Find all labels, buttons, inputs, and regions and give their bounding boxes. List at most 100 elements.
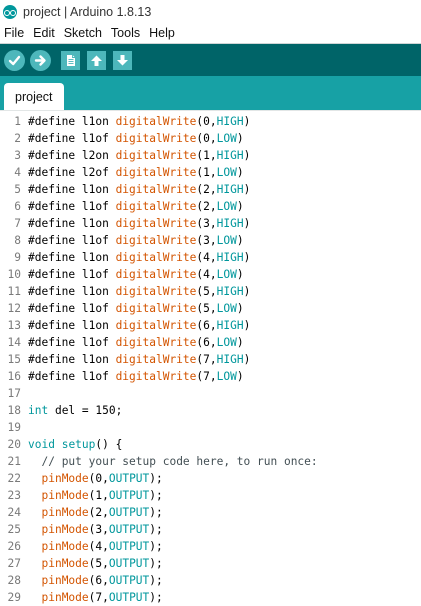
document-icon xyxy=(67,54,75,66)
code-text[interactable]: int del = 150; xyxy=(28,404,122,417)
code-text[interactable]: // put your setup code here, to run once… xyxy=(28,455,317,468)
menu-file[interactable]: File xyxy=(1,26,27,40)
menu-edit[interactable]: Edit xyxy=(30,26,58,40)
code-text[interactable]: #define l1of digitalWrite(4,LOW) xyxy=(28,268,244,281)
code-text[interactable]: pinMode(1,OUTPUT); xyxy=(28,489,162,502)
code-line[interactable]: 6 #define l1of digitalWrite(2,LOW) xyxy=(0,198,421,215)
line-number: 10 xyxy=(7,268,21,281)
line-number: 18 xyxy=(7,404,21,417)
code-line[interactable]: 8 #define l1of digitalWrite(3,LOW) xyxy=(0,232,421,249)
code-text[interactable]: pinMode(6,OUTPUT); xyxy=(28,574,162,587)
menu-tools[interactable]: Tools xyxy=(108,26,143,40)
line-number: 5 xyxy=(14,183,21,196)
menu-sketch[interactable]: Sketch xyxy=(61,26,105,40)
code-line[interactable]: 21 // put your setup code here, to run o… xyxy=(0,453,421,470)
save-button[interactable] xyxy=(113,50,132,70)
upload-button[interactable] xyxy=(30,49,51,71)
code-text[interactable]: pinMode(2,OUTPUT); xyxy=(28,506,162,519)
code-line[interactable]: 22 pinMode(0,OUTPUT); xyxy=(0,470,421,487)
code-line[interactable]: 28 pinMode(6,OUTPUT); xyxy=(0,572,421,589)
code-text[interactable]: #define l1on digitalWrite(0,HIGH) xyxy=(28,115,250,128)
check-icon xyxy=(8,55,21,65)
code-line[interactable]: 29 pinMode(7,OUTPUT); xyxy=(0,589,421,606)
code-line[interactable]: 16 #define l1of digitalWrite(7,LOW) xyxy=(0,368,421,385)
line-number: 2 xyxy=(14,132,21,145)
code-line[interactable]: 25 pinMode(3,OUTPUT); xyxy=(0,521,421,538)
code-text[interactable]: #define l1of digitalWrite(5,LOW) xyxy=(28,302,244,315)
code-line[interactable]: 13 #define l1on digitalWrite(6,HIGH) xyxy=(0,317,421,334)
code-text[interactable]: #define l1on digitalWrite(5,HIGH) xyxy=(28,285,250,298)
tab-strip: project xyxy=(0,76,421,110)
line-number: 4 xyxy=(14,166,21,179)
code-line[interactable]: 20 void setup() { xyxy=(0,436,421,453)
code-line[interactable]: 15 #define l1on digitalWrite(7,HIGH) xyxy=(0,351,421,368)
code-text[interactable]: pinMode(0,OUTPUT); xyxy=(28,472,162,485)
code-line[interactable]: 19 xyxy=(0,419,421,436)
code-text[interactable]: #define l1of digitalWrite(3,LOW) xyxy=(28,234,244,247)
code-text[interactable]: #define l1on digitalWrite(7,HIGH) xyxy=(28,353,250,366)
code-line[interactable]: 23 pinMode(1,OUTPUT); xyxy=(0,487,421,504)
code-text[interactable]: pinMode(3,OUTPUT); xyxy=(28,523,162,536)
line-number: 28 xyxy=(7,574,21,587)
line-number: 12 xyxy=(7,302,21,315)
code-line[interactable]: 3 #define l2on digitalWrite(1,HIGH) xyxy=(0,147,421,164)
code-line[interactable]: 11 #define l1on digitalWrite(5,HIGH) xyxy=(0,283,421,300)
arrow-up-icon xyxy=(91,55,102,66)
menu-help[interactable]: Help xyxy=(146,26,178,40)
code-line[interactable]: 7 #define l1on digitalWrite(3,HIGH) xyxy=(0,215,421,232)
code-text[interactable]: pinMode(4,OUTPUT); xyxy=(28,540,162,553)
code-line[interactable]: 12 #define l1of digitalWrite(5,LOW) xyxy=(0,300,421,317)
code-text[interactable]: #define l1on digitalWrite(6,HIGH) xyxy=(28,319,250,332)
code-text[interactable]: #define l1on digitalWrite(3,HIGH) xyxy=(28,217,250,230)
code-line[interactable]: 18 int del = 150; xyxy=(0,402,421,419)
code-text[interactable]: #define l1of digitalWrite(7,LOW) xyxy=(28,370,244,383)
line-number: 23 xyxy=(7,489,21,502)
open-button[interactable] xyxy=(87,50,106,70)
line-number: 26 xyxy=(7,540,21,553)
code-line[interactable]: 17 xyxy=(0,385,421,402)
tab-project[interactable]: project xyxy=(4,83,64,110)
code-text[interactable]: #define l1on digitalWrite(4,HIGH) xyxy=(28,251,250,264)
new-button[interactable] xyxy=(61,50,80,70)
line-number: 8 xyxy=(14,234,21,247)
code-line[interactable]: 14 #define l1of digitalWrite(6,LOW) xyxy=(0,334,421,351)
line-number: 25 xyxy=(7,523,21,536)
line-number: 29 xyxy=(7,591,21,604)
verify-button[interactable] xyxy=(4,49,25,71)
menu-bar: File Edit Sketch Tools Help xyxy=(0,23,421,44)
code-line[interactable]: 5 #define l1on digitalWrite(2,HIGH) xyxy=(0,181,421,198)
code-line[interactable]: 1 #define l1on digitalWrite(0,HIGH) xyxy=(0,113,421,130)
line-number: 16 xyxy=(7,370,21,383)
code-text[interactable]: #define l1of digitalWrite(0,LOW) xyxy=(28,132,244,145)
code-text[interactable]: pinMode(5,OUTPUT); xyxy=(28,557,162,570)
title-bar: project | Arduino 1.8.13 xyxy=(0,0,421,23)
code-text[interactable]: #define l2on digitalWrite(1,HIGH) xyxy=(28,149,250,162)
toolbar xyxy=(0,44,421,76)
code-line[interactable]: 26 pinMode(4,OUTPUT); xyxy=(0,538,421,555)
code-line[interactable]: 9 #define l1on digitalWrite(4,HIGH) xyxy=(0,249,421,266)
line-number: 19 xyxy=(7,421,21,434)
line-number: 24 xyxy=(7,506,21,519)
code-line[interactable]: 4 #define l2of digitalWrite(1,LOW) xyxy=(0,164,421,181)
code-text[interactable]: pinMode(7,OUTPUT); xyxy=(28,591,162,604)
code-text[interactable]: void setup() { xyxy=(28,438,122,451)
line-number: 14 xyxy=(7,336,21,349)
code-text[interactable]: #define l1on digitalWrite(2,HIGH) xyxy=(28,183,250,196)
line-number: 15 xyxy=(7,353,21,366)
code-line[interactable]: 24 pinMode(2,OUTPUT); xyxy=(0,504,421,521)
arrow-down-icon xyxy=(117,54,128,65)
code-line[interactable]: 10 #define l1of digitalWrite(4,LOW) xyxy=(0,266,421,283)
code-text[interactable]: #define l1of digitalWrite(6,LOW) xyxy=(28,336,244,349)
code-text[interactable]: #define l1of digitalWrite(2,LOW) xyxy=(28,200,244,213)
line-number: 22 xyxy=(7,472,21,485)
line-number: 27 xyxy=(7,557,21,570)
code-text[interactable]: #define l2of digitalWrite(1,LOW) xyxy=(28,166,244,179)
arduino-logo-icon xyxy=(3,4,17,19)
line-number: 20 xyxy=(7,438,21,451)
code-line[interactable]: 2 #define l1of digitalWrite(0,LOW) xyxy=(0,130,421,147)
code-editor[interactable]: 1 #define l1on digitalWrite(0,HIGH) 2 #defi… xyxy=(0,110,421,606)
code-line[interactable]: 27 pinMode(5,OUTPUT); xyxy=(0,555,421,572)
line-number: 21 xyxy=(7,455,21,468)
line-number: 17 xyxy=(7,387,21,400)
line-number: 11 xyxy=(7,285,21,298)
